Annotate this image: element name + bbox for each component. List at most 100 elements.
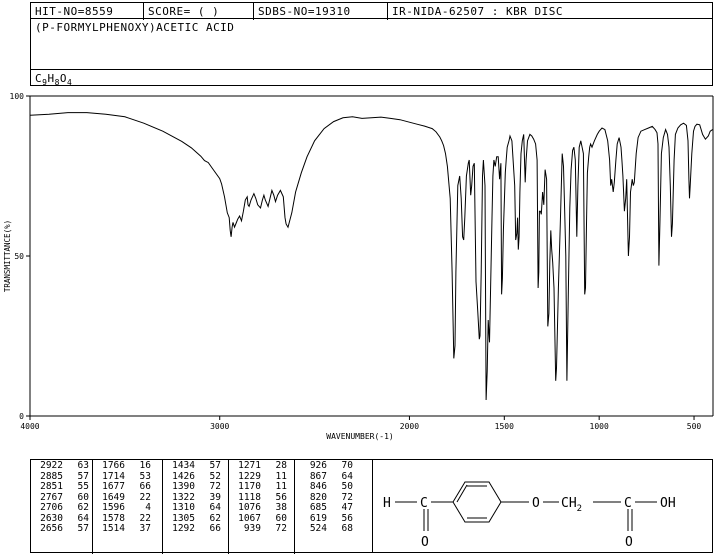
peak-transmittance: 37 [139,523,151,534]
compound-name: (P-FORMYLPHENOXY)ACETIC ACID [35,21,235,34]
peak-transmittance: 66 [139,481,151,492]
peak-row: 1596 4 [93,502,162,514]
aldehyde-o: O [421,535,429,550]
peak-wavenumber: 939 [243,523,261,534]
spectrum-line [30,112,713,401]
peak-column: 1434 57 1426 52 1390 72 1322 39 1310 64 1305 62 1292… [163,460,229,554]
peak-wavenumber: 1514 [102,523,125,534]
peak-wavenumber: 524 [309,523,327,534]
peak-row: 1292 66 [163,523,228,535]
peak-column: 1766 16 1714 53 1677 66 1649 22 1596 4 1578 22 1514 3… [93,460,163,554]
peak-transmittance: 63 [77,460,89,471]
acid-o: O [625,535,633,550]
peak-row: 524 68 [295,523,372,535]
peak-column: 926 70 867 64 846 50 820 72 685 47 619 56 524 68 [295,460,372,554]
y-axis-label: TRANSMITTANCE(%) [3,220,12,292]
peak-row: 2706 62 [31,502,92,514]
acid-oh: OH [660,496,676,511]
peak-row: 685 47 [295,502,372,514]
peak-transmittance: 62 [77,502,89,513]
y-tick-label: 0 [19,412,24,421]
peak-transmittance: 28 [275,460,287,471]
peak-wavenumber: 1292 [172,523,195,534]
peak-transmittance: 4 [145,502,151,513]
peak-row: 1514 37 [93,523,162,535]
peak-transmittance: 66 [209,523,221,534]
peak-wavenumber: 2851 [40,481,63,492]
peak-row: 1170 11 [229,481,294,493]
ir-spectrum-chart: WAVENUMBER(-1) TRANSMITTANCE(%) 4000 3000… [3,92,714,441]
methylene-group: CH2 [561,496,582,514]
header-bar: HIT-NO=8559 SCORE= ( ) SDBS-NO=19310 IR-… [30,2,713,20]
x-tick-label: 500 [687,422,702,431]
peak-transmittance: 64 [209,502,221,513]
peak-wavenumber: 846 [309,481,327,492]
peak-transmittance: 55 [77,481,89,492]
peak-wavenumber: 2706 [40,502,63,513]
peak-column: 1271 28 1229 11 1170 11 1118 56 1076 38 1067 60 939 7… [229,460,295,554]
structure-box: H C O O CH2 C OH O [372,459,713,553]
acid-c: C [624,496,632,511]
peak-wavenumber: 1170 [238,481,261,492]
x-tick-label: 3000 [210,422,229,431]
molecular-formula: C9H8O4 [35,72,73,88]
peak-transmittance: 50 [341,481,353,492]
peak-transmittance: 38 [275,502,287,513]
peak-transmittance: 11 [275,481,287,492]
compound-name-box: (P-FORMYLPHENOXY)ACETIC ACID [30,18,713,70]
peak-wavenumber: 1596 [102,502,125,513]
peak-column: 2922 63 2885 57 2851 55 2767 60 2706 62 2630 64 2656… [31,460,93,554]
peak-row: 926 70 [295,460,372,472]
benzene-ring [452,481,502,523]
peak-transmittance: 47 [341,502,353,513]
aldehyde-c: C [420,496,428,511]
tick-marks [26,95,695,420]
peak-row: 2851 55 [31,481,92,493]
peak-row: 2656 57 [31,523,92,535]
peak-wavenumber: 1271 [238,460,261,471]
peak-row: 1677 66 [93,481,162,493]
peak-transmittance: 72 [209,481,221,492]
x-axis-label: WAVENUMBER(-1) [326,432,393,441]
peak-transmittance: 72 [275,523,287,534]
x-tick-label: 4000 [20,422,39,431]
peak-wavenumber: 2656 [40,523,63,534]
peak-row: 1271 28 [229,460,294,472]
peak-table: 2922 63 2885 57 2851 55 2767 60 2706 62 2630 64 2656… [30,459,373,554]
peak-transmittance: 68 [341,523,353,534]
x-tick-label: 1500 [495,422,514,431]
formula-box: C9H8O4 [30,69,713,88]
peak-row: 1766 16 [93,460,162,472]
peak-transmittance: 70 [341,460,353,471]
peak-wavenumber: 1434 [172,460,195,471]
chemical-structure: H C O O CH2 C OH O [383,481,676,550]
peak-row: 1434 57 [163,460,228,472]
peak-row: 1076 38 [229,502,294,514]
ether-o: O [532,496,540,511]
peak-row: 1390 72 [163,481,228,493]
peak-row: 1310 64 [163,502,228,514]
peak-wavenumber: 1766 [102,460,125,471]
peak-wavenumber: 1677 [102,481,125,492]
peak-row: 846 50 [295,481,372,493]
x-tick-label: 2000 [400,422,419,431]
peak-row: 820 72 [295,492,372,504]
peak-transmittance: 57 [77,523,89,534]
peak-wavenumber: 2922 [40,460,63,471]
x-tick-label: 1000 [590,422,609,431]
peak-wavenumber: 926 [309,460,327,471]
aldehyde-h: H [383,496,391,511]
peak-row: 619 56 [295,513,372,525]
peak-wavenumber: 1310 [172,502,195,513]
chart-axes [29,95,714,417]
y-tick-label: 100 [10,92,25,101]
peak-row: 2922 63 [31,460,92,472]
peak-wavenumber: 685 [309,502,327,513]
peak-transmittance: 16 [139,460,151,471]
peak-wavenumber: 1390 [172,481,195,492]
y-tick-label: 50 [14,252,24,261]
peak-transmittance: 57 [209,460,221,471]
peak-row: 867 64 [295,471,372,483]
peak-wavenumber: 1076 [238,502,261,513]
peak-row: 939 72 [229,523,294,535]
